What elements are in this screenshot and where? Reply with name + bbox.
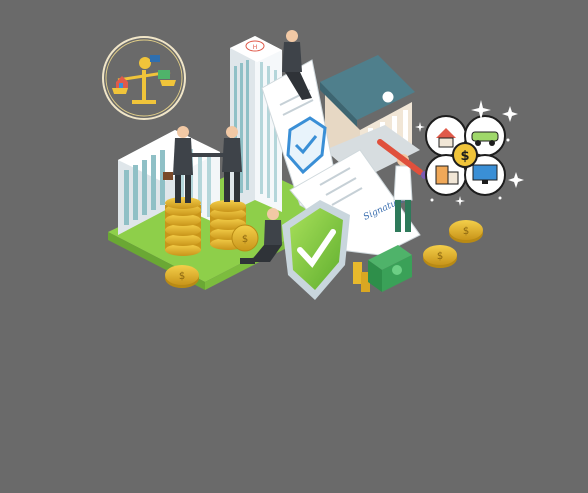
coin-loose-1: $ <box>165 265 199 288</box>
coin-loose-3: $ <box>449 220 483 243</box>
coin-symbol: $ <box>463 226 469 237</box>
asset-coin-symbol: $ <box>460 149 469 164</box>
coin-stack-left <box>165 197 201 256</box>
coin-symbol: $ <box>179 271 185 282</box>
helipad-label: H <box>253 44 258 51</box>
balance-scale-assets-icon <box>102 36 186 120</box>
asset-protection-illustration: H Signature $ $ $ $ $ <box>102 30 524 300</box>
coin-column <box>353 262 370 292</box>
coin-symbol: $ <box>437 251 443 262</box>
asset-cluster-house-car-building-computer-icon: $ <box>425 115 506 196</box>
coin-rolling: $ <box>231 224 259 252</box>
coin-loose-2: $ <box>423 245 457 268</box>
coin-symbol: $ <box>242 234 248 245</box>
illustration-canvas: H Signature $ $ $ $ $ <box>0 0 588 493</box>
